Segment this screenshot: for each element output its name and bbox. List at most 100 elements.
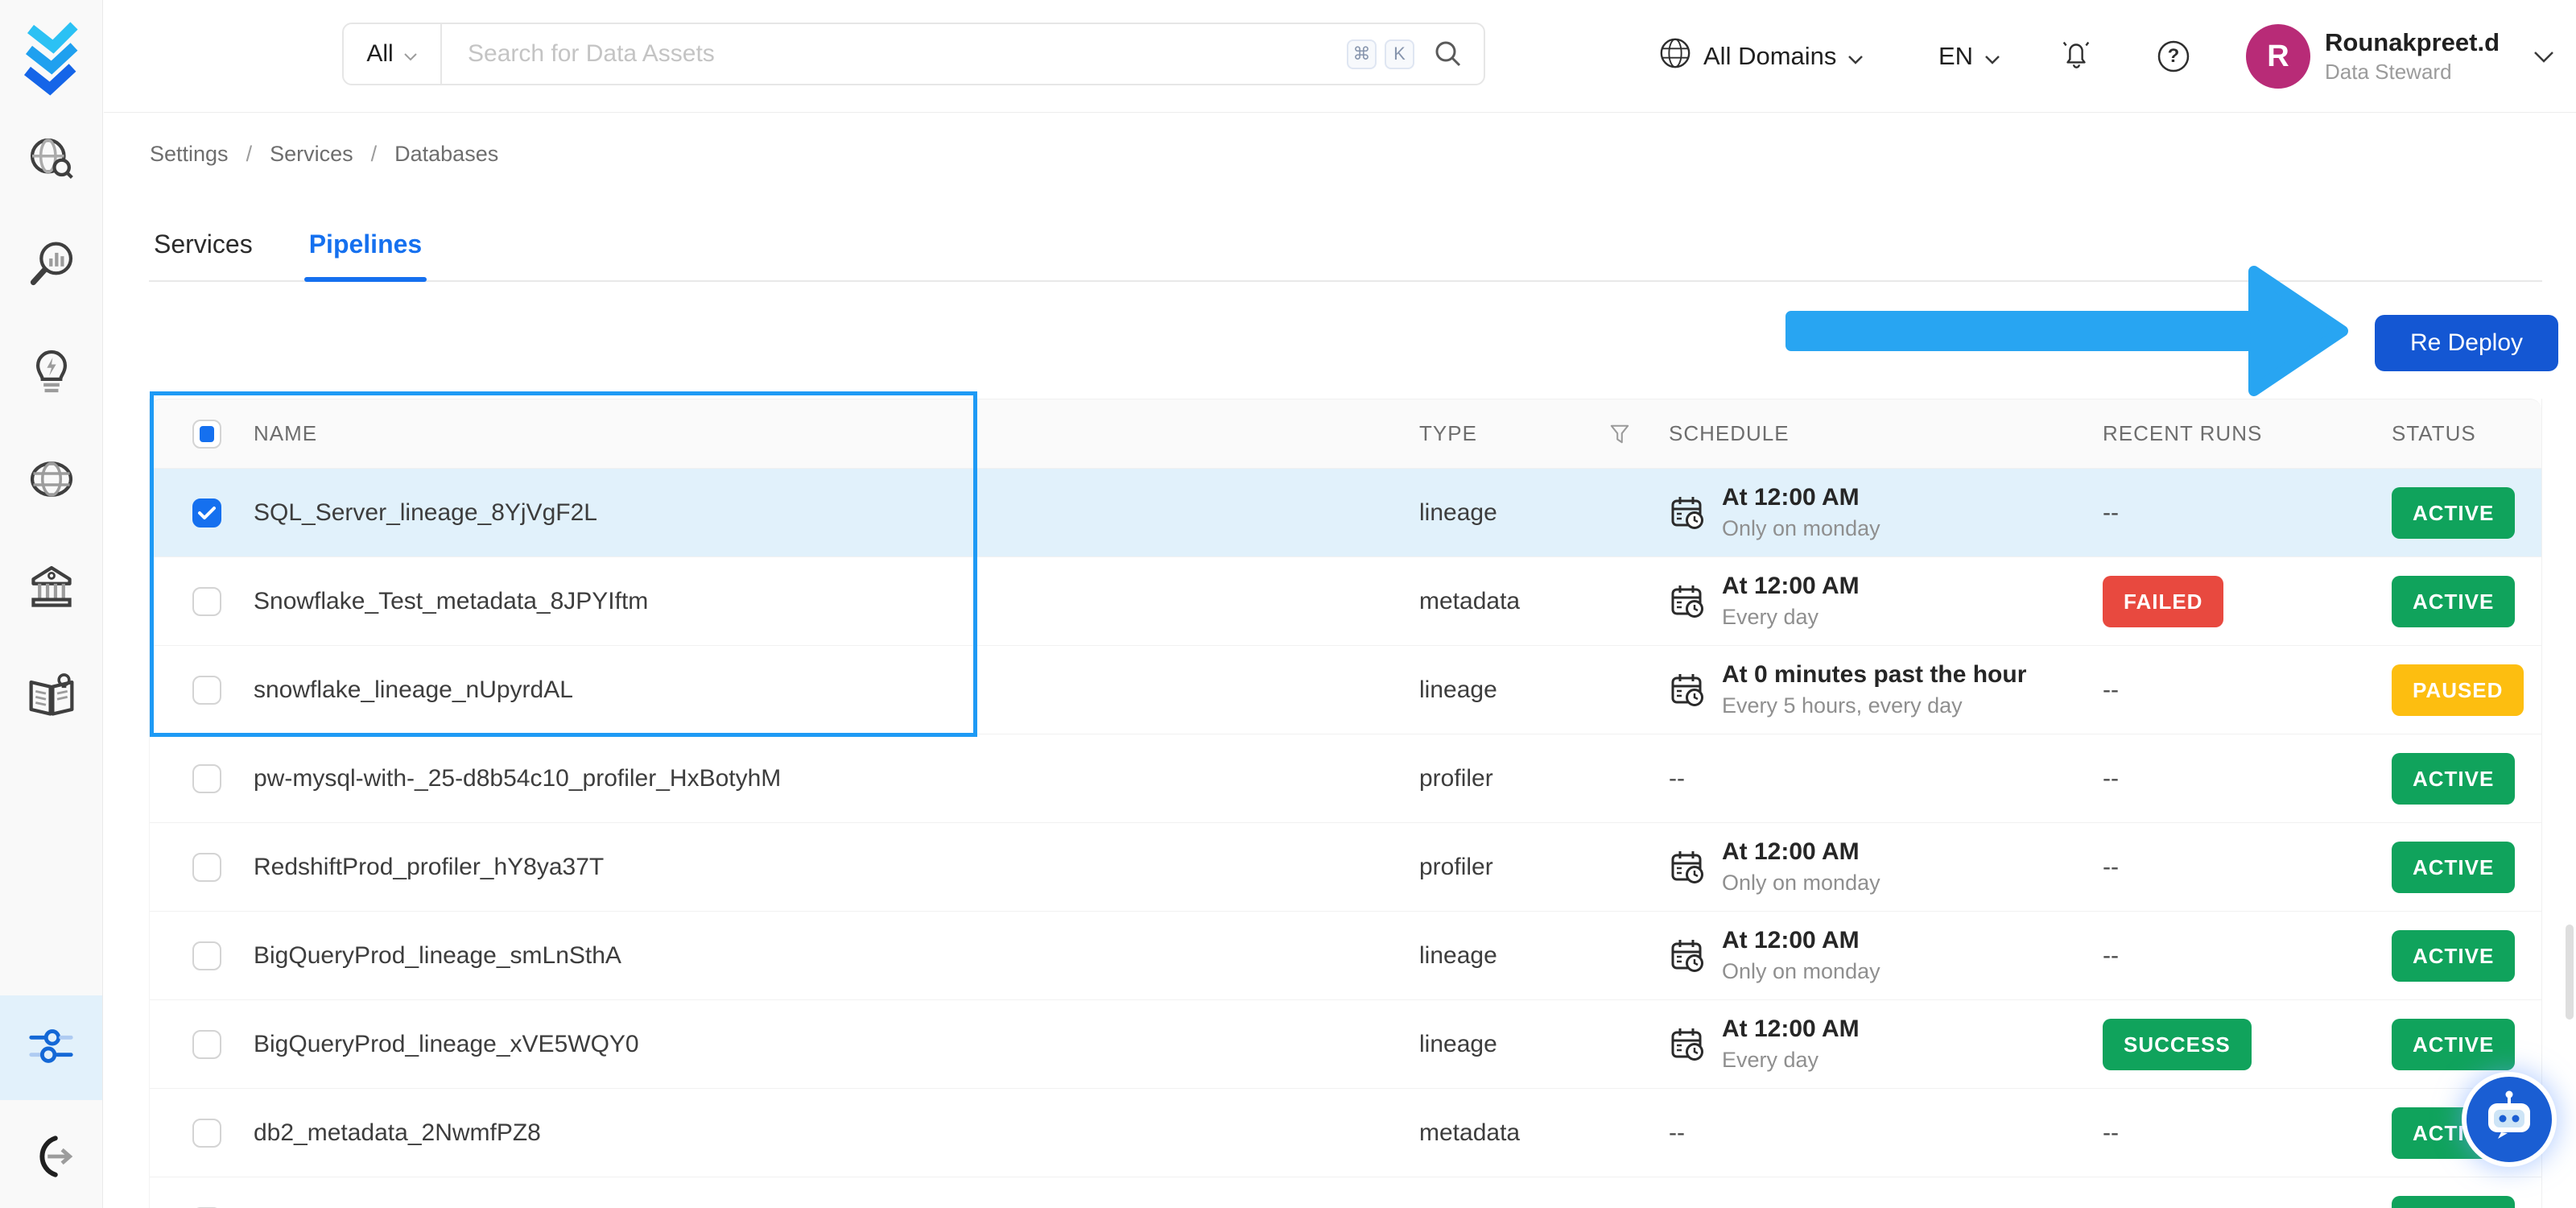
language-label: EN bbox=[1938, 42, 1974, 70]
schedule-frequency: Every day bbox=[1722, 605, 1819, 630]
tab-pipelines[interactable]: Pipelines bbox=[303, 217, 427, 282]
search-scope-dropdown[interactable]: All bbox=[344, 24, 442, 84]
status-badge: ACTIVE bbox=[2392, 841, 2516, 893]
bank-icon bbox=[27, 562, 76, 616]
table-row[interactable]: Snowflake_Test_metadata_8JPYIftm metadat… bbox=[150, 557, 2541, 646]
schedule-empty: -- bbox=[1669, 764, 1685, 792]
lightbulb-bolt-icon bbox=[27, 346, 76, 400]
table-row[interactable]: SQL_Server_lineage_8YjVgF2L lineage At 1… bbox=[150, 469, 2541, 557]
robot-icon bbox=[2480, 1089, 2538, 1151]
column-header-type[interactable]: TYPE bbox=[1419, 421, 1477, 446]
row-checkbox[interactable] bbox=[192, 941, 221, 970]
openmetadata-app: All Search for Data Assets ⌘ K All Domai… bbox=[0, 0, 2576, 1208]
breadcrumb-databases[interactable]: Databases bbox=[394, 142, 498, 167]
row-checkbox[interactable] bbox=[192, 1029, 221, 1059]
sidebar-item-glossary[interactable] bbox=[0, 653, 102, 742]
search-input[interactable]: Search for Data Assets bbox=[442, 40, 1347, 68]
row-checkbox[interactable] bbox=[192, 852, 221, 882]
pipeline-type: profiler bbox=[1419, 853, 1493, 880]
status-badge: ACTIVE bbox=[2392, 575, 2516, 627]
schedule-time: At 0 minutes past the hour bbox=[1722, 661, 2027, 689]
sidebar-item-insights[interactable] bbox=[0, 329, 102, 417]
sidebar-item-explore[interactable] bbox=[0, 117, 102, 205]
recent-runs-empty: -- bbox=[2103, 941, 2119, 969]
schedule-time: At 12:00 AM bbox=[1722, 484, 1860, 511]
column-header-recent-runs[interactable]: RECENT RUNS bbox=[2103, 421, 2392, 446]
logout-icon bbox=[27, 1131, 76, 1185]
chevron-down-icon bbox=[1847, 42, 1864, 71]
layers-logo-icon bbox=[21, 16, 82, 101]
scrollbar-thumb[interactable] bbox=[2566, 925, 2574, 1020]
pipeline-name-link[interactable]: BigQueryProd_lineage_smLnSthA bbox=[254, 942, 621, 969]
breadcrumb-settings[interactable]: Settings bbox=[150, 142, 229, 167]
user-name: Rounakpreet.d bbox=[2325, 28, 2500, 57]
pipeline-name-link[interactable]: BigQueryProd_lineage_xVE5WQY0 bbox=[254, 1031, 639, 1057]
table-header-row: NAME TYPE SCHEDULE RECENT RUNS STATUS bbox=[150, 399, 2541, 469]
column-header-status[interactable]: STATUS bbox=[2392, 421, 2543, 446]
app-logo[interactable] bbox=[21, 16, 82, 100]
schedule-empty: -- bbox=[1669, 1119, 1685, 1146]
filter-funnel-icon[interactable] bbox=[1609, 424, 1630, 445]
row-checkbox[interactable] bbox=[192, 498, 221, 527]
k-key-badge: K bbox=[1385, 39, 1414, 69]
recent-runs-empty: -- bbox=[2103, 764, 2119, 792]
sidebar bbox=[0, 0, 103, 1208]
sidebar-item-observability[interactable] bbox=[0, 221, 102, 310]
notifications-button[interactable] bbox=[2059, 0, 2093, 113]
column-header-schedule[interactable]: SCHEDULE bbox=[1669, 421, 2103, 446]
schedule-frequency: Only on monday bbox=[1722, 871, 1880, 896]
column-header-name[interactable]: NAME bbox=[254, 421, 1419, 446]
help-button[interactable]: ? bbox=[2156, 0, 2191, 113]
pipeline-name-link[interactable]: pw-mysql-with-_25-d8b54c10_profiler_HxBo… bbox=[254, 765, 781, 792]
schedule-time: At 12:00 AM bbox=[1722, 838, 1860, 866]
global-search[interactable]: All Search for Data Assets ⌘ K bbox=[342, 23, 1485, 85]
sidebar-item-domains[interactable] bbox=[0, 436, 102, 525]
calendar-clock-icon bbox=[1669, 1026, 1706, 1063]
table-row[interactable]: pw-mysql-with-_25-d8b54c10_profiler_HxBo… bbox=[150, 734, 2541, 823]
pipeline-name-link[interactable]: Snowflake_Test_metadata_8JPYIftm bbox=[254, 588, 648, 614]
domains-label: All Domains bbox=[1703, 42, 1837, 70]
row-checkbox[interactable] bbox=[192, 1118, 221, 1148]
globe-icon bbox=[27, 454, 76, 508]
table-row[interactable]: BigQueryProd_lineage_smLnSthA lineage At… bbox=[150, 912, 2541, 1000]
language-dropdown[interactable]: EN bbox=[1938, 0, 2000, 113]
table-row[interactable]: neptune_lineage_xBY90VKg lineage ACTIVE bbox=[150, 1177, 2541, 1208]
schedule-time: At 12:00 AM bbox=[1722, 927, 1860, 954]
select-all-checkbox[interactable] bbox=[192, 419, 221, 449]
status-badge: ACTIVE bbox=[2392, 1018, 2516, 1070]
sidebar-item-settings-active[interactable] bbox=[0, 995, 102, 1100]
recent-run-badge[interactable]: SUCCESS bbox=[2103, 1018, 2252, 1070]
chevron-down-icon bbox=[1984, 42, 2000, 71]
sidebar-item-govern[interactable] bbox=[0, 544, 102, 633]
search-icon[interactable] bbox=[1434, 39, 1463, 68]
recent-run-badge[interactable]: FAILED bbox=[2103, 575, 2224, 627]
pipeline-type: lineage bbox=[1419, 499, 1497, 526]
schedule-frequency: Every 5 hours, every day bbox=[1722, 693, 1963, 718]
pipeline-type: profiler bbox=[1419, 764, 1493, 792]
tab-services[interactable]: Services bbox=[149, 217, 258, 280]
sidebar-item-logout[interactable] bbox=[0, 1121, 102, 1195]
pipeline-name-link[interactable]: RedshiftProd_profiler_hY8ya37T bbox=[254, 854, 604, 880]
pipeline-name-link[interactable]: db2_metadata_2NwmfPZ8 bbox=[254, 1119, 541, 1146]
recent-runs-empty: -- bbox=[2103, 853, 2119, 880]
table-row[interactable]: snowflake_lineage_nUpyrdAL lineage At 0 … bbox=[150, 646, 2541, 734]
recent-runs-empty: -- bbox=[2103, 1119, 2119, 1146]
recent-runs-empty: -- bbox=[2103, 676, 2119, 703]
row-checkbox[interactable] bbox=[192, 675, 221, 705]
user-menu[interactable]: R Rounakpreet.d Data Steward bbox=[2246, 0, 2554, 113]
chatbot-button[interactable] bbox=[2462, 1072, 2557, 1167]
sliders-icon bbox=[27, 1021, 76, 1075]
pipeline-type: lineage bbox=[1419, 1030, 1497, 1057]
table-row[interactable]: db2_metadata_2NwmfPZ8 metadata -- -- ACT… bbox=[150, 1089, 2541, 1177]
pipeline-name-link[interactable]: snowflake_lineage_nUpyrdAL bbox=[254, 676, 573, 703]
pipeline-name-link[interactable]: SQL_Server_lineage_8YjVgF2L bbox=[254, 499, 597, 526]
table-row[interactable]: BigQueryProd_lineage_xVE5WQY0 lineage At… bbox=[150, 1000, 2541, 1089]
breadcrumb: Settings / Services / Databases bbox=[150, 142, 499, 167]
redeploy-button[interactable]: Re Deploy bbox=[2375, 315, 2558, 371]
status-badge: ACTIVE bbox=[2392, 752, 2516, 805]
table-row[interactable]: RedshiftProd_profiler_hY8ya37T profiler bbox=[150, 823, 2541, 912]
row-checkbox[interactable] bbox=[192, 763, 221, 793]
domains-dropdown[interactable]: All Domains bbox=[1658, 0, 1864, 113]
breadcrumb-services[interactable]: Services bbox=[270, 142, 353, 167]
row-checkbox[interactable] bbox=[192, 586, 221, 616]
